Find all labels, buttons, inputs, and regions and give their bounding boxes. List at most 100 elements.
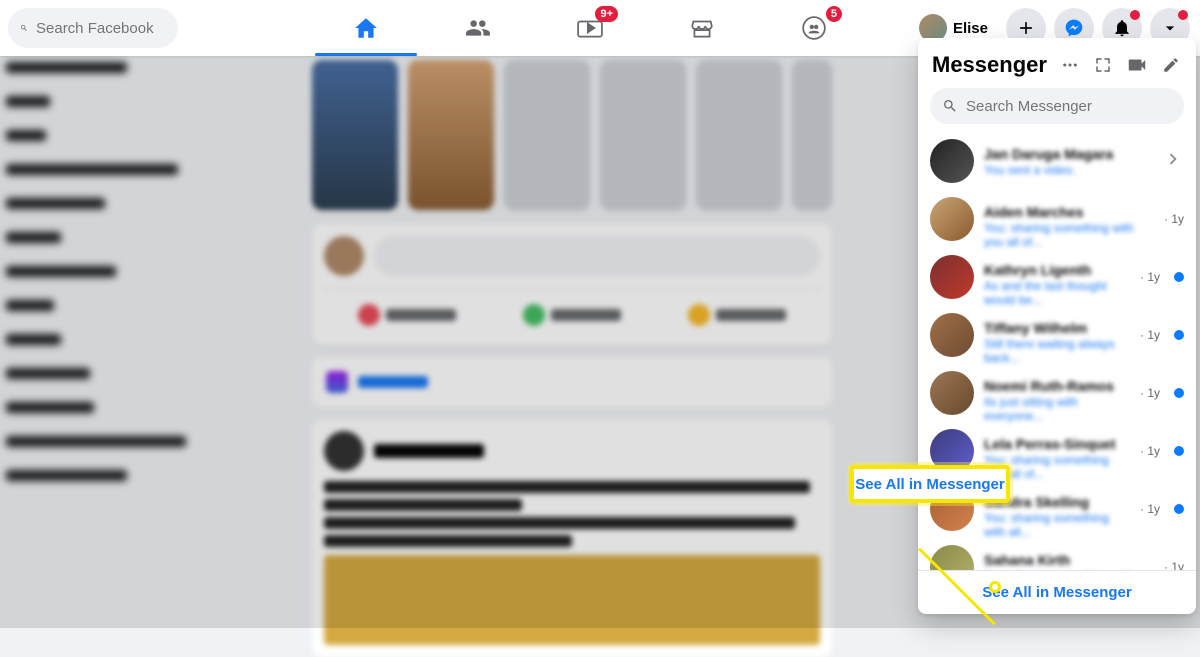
avatar [930,197,974,241]
composer-live-video[interactable] [324,297,489,333]
conversation-time: · 1y [1164,212,1184,226]
messenger-expand-button[interactable] [1093,52,1115,78]
messenger-title: Messenger [932,52,1047,78]
unread-indicator [1174,272,1184,282]
conversation-time: · 1y [1140,270,1160,284]
unread-indicator [1174,504,1184,514]
messenger-search-input[interactable] [966,98,1165,115]
watch-badge: 9+ [595,6,618,22]
annotation-label: See All in Messenger [855,476,1005,493]
chevron-right-icon [1162,148,1184,175]
conversation-item[interactable]: Kathryn Ligenth As and the last thought … [918,248,1196,306]
conversation-info: Noemi Ruth-Ramos Its just sitting with e… [984,378,1127,409]
conversation-item[interactable]: Aiden Marches You: sharing something wit… [918,190,1196,248]
groups-icon [801,15,827,41]
search-input[interactable] [36,20,166,37]
story-card[interactable] [600,60,686,210]
conversation-name: Tiffany Wilhelm [984,320,1127,335]
messenger-search[interactable] [930,88,1184,124]
conversation-info: Sahana Kirth You: sharing something with… [984,552,1151,571]
search-icon [942,98,958,114]
story-card[interactable] [792,60,832,210]
notification-dot [1130,10,1140,20]
composer-input[interactable] [374,236,820,276]
conversation-time: · 1y [1140,386,1160,400]
messenger-header: Messenger [918,38,1196,88]
annotation-callout: See All in Messenger [850,465,1010,503]
avatar [930,313,974,357]
user-name: Elise [953,20,988,37]
annotation-endpoint [989,581,1001,593]
story-card[interactable] [504,60,590,210]
composer-photo-video[interactable] [489,297,654,333]
friends-icon [465,15,491,41]
conversation-info: Tiffany Wilhelm Still there waiting alwa… [984,320,1127,351]
unread-indicator [1174,330,1184,340]
story-card[interactable] [408,60,494,210]
conversation-name: Aiden Marches [984,204,1151,219]
avatar [930,371,974,415]
conversation-name: Lela Perras-Sinquet [984,436,1127,451]
conversation-preview: You: sharing something with you all of..… [984,221,1151,235]
stories-row [312,60,832,224]
conversation-list: Jan Daruga Magara You sent a video. Aide… [918,132,1196,570]
create-room[interactable] [312,357,832,407]
nav-friends[interactable] [422,0,534,56]
see-all-in-messenger-link[interactable]: See All in Messenger [982,584,1132,601]
avatar [930,255,974,299]
conversation-preview: As and the last thought would be... [984,279,1127,293]
conversation-name: Noemi Ruth-Ramos [984,378,1127,393]
ellipsis-icon [1061,56,1079,74]
nav-groups[interactable]: 5 [758,0,870,56]
nav-watch[interactable]: 9+ [534,0,646,56]
conversation-item[interactable]: Noemi Ruth-Ramos Its just sitting with e… [918,364,1196,422]
marketplace-icon [689,15,715,41]
feed-post [312,419,832,657]
groups-badge: 5 [826,6,842,22]
unread-indicator [1174,388,1184,398]
search-icon [20,20,28,36]
messenger-options-button[interactable] [1059,52,1081,78]
account-dot [1178,10,1188,20]
nav-home[interactable] [310,0,422,56]
messenger-compose-button[interactable] [1160,52,1182,78]
plus-icon [1016,18,1036,38]
compose-icon [1162,56,1180,74]
conversation-item[interactable]: Jan Daruga Magara You sent a video. [918,132,1196,190]
home-icon [353,15,379,41]
conversation-info: Lela Perras-Sinquet You: sharing somethi… [984,436,1127,467]
conversation-time: · 1y [1140,328,1160,342]
conversation-time: · 1y [1164,560,1184,570]
conversation-time: · 1y [1140,444,1160,458]
conversation-preview: You: sharing something with all... [984,511,1127,525]
expand-icon [1094,56,1112,74]
bell-icon [1112,18,1132,38]
conversation-info: Jan Daruga Magara You sent a video. [984,146,1152,177]
caret-down-icon [1160,18,1180,38]
conversation-info: Aiden Marches You: sharing something wit… [984,204,1151,235]
unread-indicator [1174,446,1184,456]
conversation-item[interactable]: Sahana Kirth You: sharing something with… [918,538,1196,570]
conversation-preview: Still there waiting always back... [984,337,1127,351]
story-card[interactable] [312,60,398,210]
conversation-name: Jan Daruga Magara [984,146,1152,161]
avatar [930,139,974,183]
avatar [324,236,364,276]
center-nav: 9+ 5 [310,0,870,56]
video-plus-icon [1126,54,1148,76]
nav-marketplace[interactable] [646,0,758,56]
conversation-item[interactable]: Tiffany Wilhelm Still there waiting alwa… [918,306,1196,364]
conversation-preview: Its just sitting with everyone... [984,395,1127,409]
messenger-new-video-button[interactable] [1126,52,1148,78]
conversation-preview: You sent a video. [984,163,1152,177]
story-card[interactable] [696,60,782,210]
global-search[interactable] [8,8,178,48]
news-feed [312,60,832,657]
conversation-name: Sahana Kirth [984,552,1151,567]
composer [312,224,832,345]
messenger-icon [1064,18,1084,38]
messenger-panel: Messenger Jan Daruga Magara You sent a v… [918,38,1196,614]
composer-feeling[interactable] [655,297,820,333]
conversation-name: Kathryn Ligenth [984,262,1127,277]
conversation-time: · 1y [1140,502,1160,516]
